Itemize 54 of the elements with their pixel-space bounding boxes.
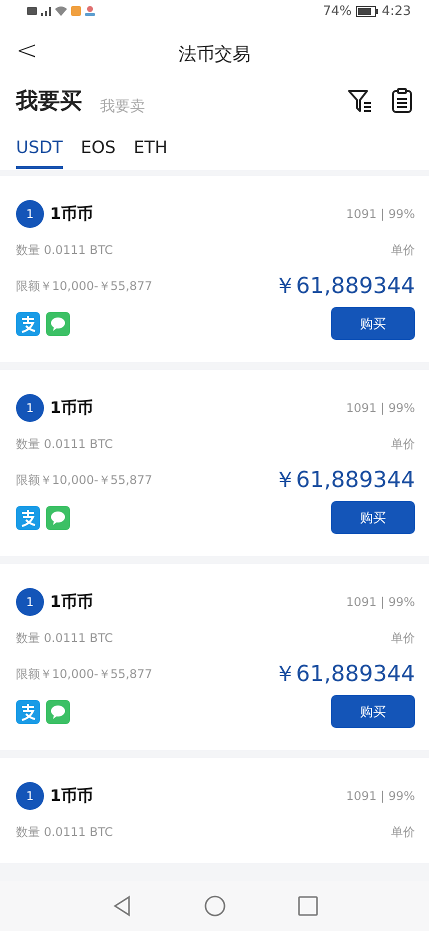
chat-icon <box>46 506 70 530</box>
filter-icon[interactable] <box>347 88 373 114</box>
rank-badge: 1 <box>16 782 44 810</box>
recents-nav-icon[interactable] <box>298 896 318 916</box>
page-title: 法币交易 <box>178 43 250 66</box>
limit-text: 限额￥10,000-￥55,877 <box>16 472 152 488</box>
rank-badge: 1 <box>16 394 44 422</box>
coin-tab[interactable]: EOS <box>80 138 116 169</box>
price: ￥61,889344 <box>274 273 415 301</box>
coin-tab[interactable]: ETH <box>134 138 168 169</box>
merchant-stats: 1091 | 99% <box>346 207 415 221</box>
merchant-name: 1币币 <box>50 204 94 224</box>
rank-badge: 1 <box>16 200 44 228</box>
quantity-text: 数量 0.0111 BTC <box>16 824 113 841</box>
alipay-icon <box>16 312 40 336</box>
merchant-name: 1币币 <box>50 592 94 612</box>
price: ￥61,889344 <box>274 467 415 495</box>
hd-icon <box>27 7 37 15</box>
alipay-icon <box>16 700 40 724</box>
mode-tab[interactable]: 我要买 <box>16 86 82 116</box>
quantity-text: 数量 0.0111 BTC <box>16 242 113 259</box>
limit-text: 限额￥10,000-￥55,877 <box>16 666 152 682</box>
merchant-name: 1币币 <box>50 786 94 806</box>
merchant-stats: 1091 | 99% <box>346 789 415 803</box>
alipay-icon <box>16 506 40 530</box>
back-nav-icon[interactable] <box>112 895 132 917</box>
battery-icon <box>356 6 378 16</box>
limit-text: 限额￥10,000-￥55,877 <box>16 278 152 294</box>
merchant-stats: 1091 | 99% <box>346 595 415 609</box>
battery-percent: 74% <box>322 4 352 18</box>
unit-price-label: 单价 <box>391 824 415 841</box>
coin-tab[interactable]: USDT <box>16 138 63 169</box>
quantity-text: 数量 0.0111 BTC <box>16 436 113 453</box>
home-nav-icon[interactable] <box>204 895 226 917</box>
signal-icon <box>41 6 51 16</box>
chat-icon <box>46 700 70 724</box>
buy-button[interactable]: 购买 <box>331 501 415 534</box>
price: ￥61,889344 <box>274 661 415 689</box>
merchant-stats: 1091 | 99% <box>346 401 415 415</box>
unit-price-label: 单价 <box>391 630 415 647</box>
rank-badge: 1 <box>16 588 44 616</box>
person-icon <box>85 6 95 16</box>
quantity-text: 数量 0.0111 BTC <box>16 630 113 647</box>
unit-price-label: 单价 <box>391 436 415 453</box>
buy-button[interactable]: 购买 <box>331 307 415 340</box>
clock: 4:23 <box>382 4 411 18</box>
back-button[interactable]: < <box>12 36 42 66</box>
unit-price-label: 单价 <box>391 242 415 259</box>
wifi-icon <box>55 6 67 16</box>
chat-icon <box>46 312 70 336</box>
app-notification-icon <box>71 6 81 16</box>
clipboard-icon[interactable] <box>391 88 413 114</box>
merchant-name: 1币币 <box>50 398 94 418</box>
buy-button[interactable]: 购买 <box>331 695 415 728</box>
